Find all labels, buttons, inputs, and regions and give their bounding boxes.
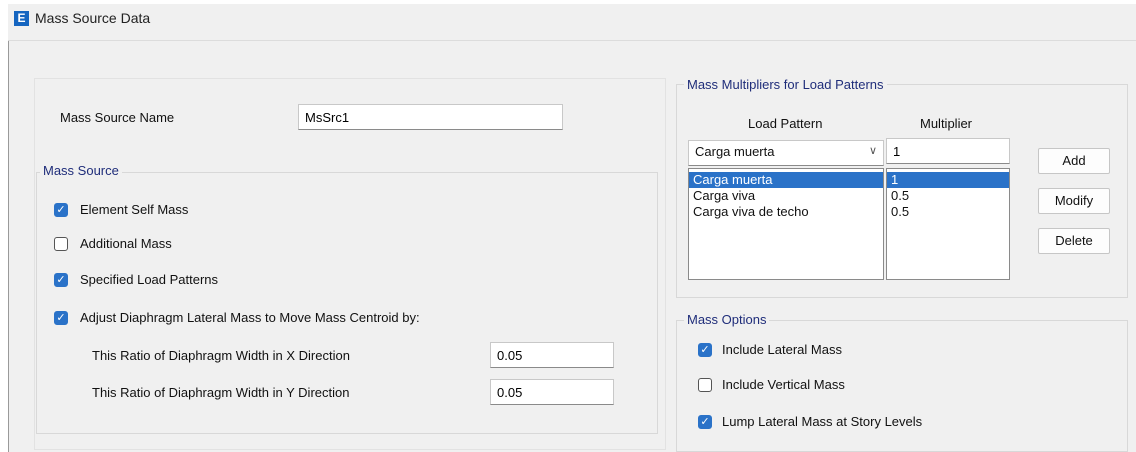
specified-load-patterns-label: Specified Load Patterns: [80, 272, 219, 287]
mass-options-legend: Mass Options: [684, 312, 770, 327]
element-self-mass-checkbox[interactable]: ✓: [54, 203, 68, 217]
multiplier-input[interactable]: [886, 138, 1010, 164]
include-lateral-mass-label: Include Lateral Mass: [722, 342, 842, 357]
list-item[interactable]: Carga muerta: [689, 172, 883, 188]
list-item[interactable]: 0.5: [887, 188, 1009, 204]
adjust-diaphragm-checkbox[interactable]: ✓: [54, 311, 68, 325]
list-item[interactable]: 1: [887, 172, 1009, 188]
mass-source-name-input[interactable]: [298, 104, 563, 130]
ratio-y-input[interactable]: [490, 379, 614, 405]
ratio-x-label: This Ratio of Diaphragm Width in X Direc…: [92, 348, 350, 363]
mass-source-legend: Mass Source: [40, 163, 122, 178]
delete-button[interactable]: Delete: [1038, 228, 1110, 254]
load-pattern-list[interactable]: Carga muerta Carga viva Carga viva de te…: [688, 168, 884, 280]
multiplier-column-header: Multiplier: [920, 116, 973, 131]
additional-mass-checkbox[interactable]: [54, 237, 68, 251]
include-vertical-mass-checkbox[interactable]: [698, 378, 712, 392]
add-button[interactable]: Add: [1038, 148, 1110, 174]
element-self-mass-label: Element Self Mass: [80, 202, 189, 217]
modify-button[interactable]: Modify: [1038, 188, 1110, 214]
load-pattern-dropdown-value: Carga muerta: [695, 144, 775, 159]
app-icon: E: [14, 11, 29, 26]
mass-source-name-label: Mass Source Name: [60, 110, 175, 125]
ratio-x-input[interactable]: [490, 342, 614, 368]
list-item[interactable]: Carga viva de techo: [689, 204, 883, 220]
load-pattern-dropdown[interactable]: Carga muerta ∨: [688, 140, 884, 166]
window-title: Mass Source Data: [35, 10, 151, 26]
multiplier-list[interactable]: 1 0.5 0.5: [886, 168, 1010, 280]
additional-mass-label: Additional Mass: [80, 236, 172, 251]
include-vertical-mass-label: Include Vertical Mass: [722, 377, 845, 392]
ratio-y-label: This Ratio of Diaphragm Width in Y Direc…: [92, 385, 350, 400]
list-item[interactable]: Carga viva: [689, 188, 883, 204]
list-item[interactable]: 0.5: [887, 204, 1009, 220]
adjust-diaphragm-label: Adjust Diaphragm Lateral Mass to Move Ma…: [80, 310, 420, 325]
mass-multipliers-legend: Mass Multipliers for Load Patterns: [684, 77, 887, 92]
title-bar: [8, 4, 1136, 41]
include-lateral-mass-checkbox[interactable]: ✓: [698, 343, 712, 357]
lump-lateral-mass-label: Lump Lateral Mass at Story Levels: [722, 414, 923, 429]
load-pattern-column-header: Load Pattern: [748, 116, 823, 131]
lump-lateral-mass-checkbox[interactable]: ✓: [698, 415, 712, 429]
chevron-down-icon: ∨: [868, 145, 877, 157]
specified-load-patterns-checkbox[interactable]: ✓: [54, 273, 68, 287]
